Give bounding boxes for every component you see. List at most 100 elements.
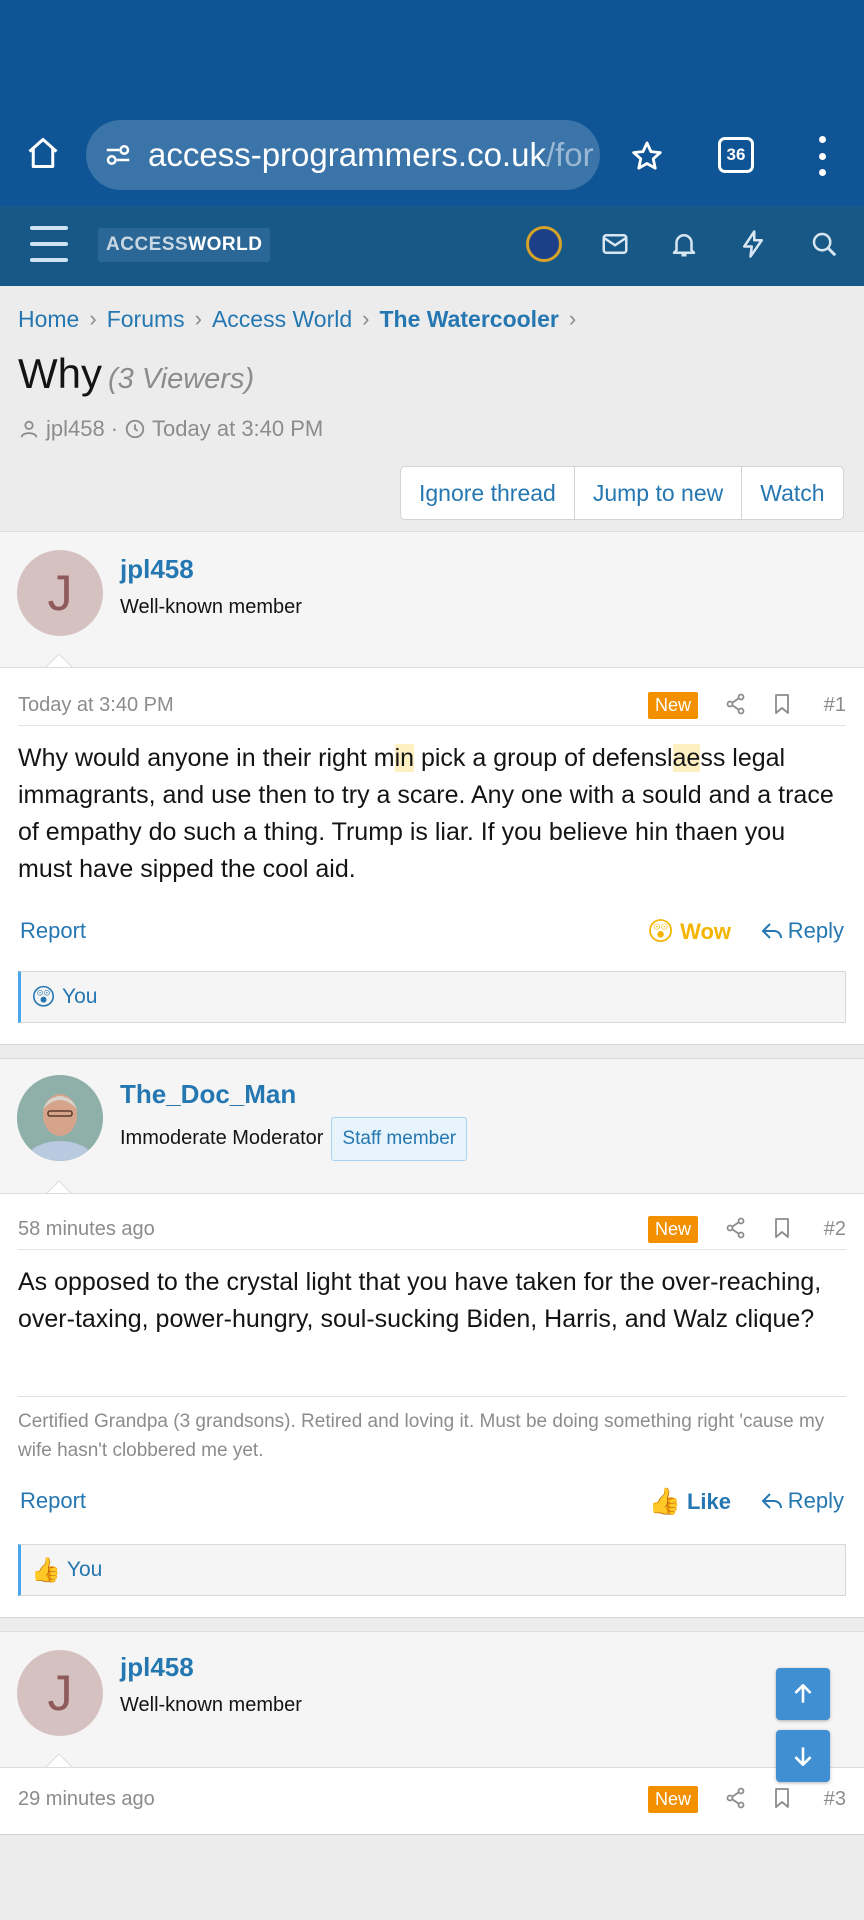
bookmark-icon[interactable] [770,1216,794,1246]
signature: Certified Grandpa (3 grandsons). Retired… [18,1396,846,1465]
reaction-label: Wow [680,918,731,944]
search-icon[interactable] [806,226,842,262]
star-icon[interactable] [624,133,670,179]
jump-to-new-button[interactable]: Jump to new [575,467,743,519]
thumbs-up-icon: 👍 [648,1486,681,1516]
thread-start-time[interactable]: Today at 3:40 PM [152,416,323,442]
post-time[interactable]: 29 minutes ago [18,1788,155,1811]
report-link[interactable]: Report [20,918,86,944]
watch-button[interactable]: Watch [742,467,842,519]
reacted-by: You [66,1558,103,1581]
new-badge: New [647,1216,698,1243]
post-number[interactable]: #2 [824,1218,846,1241]
wow-emoji-icon: 😲 [31,983,57,1011]
url-host: access-programmers.co.uk [148,136,546,173]
user-title: Well-known member [120,596,302,618]
thread-meta: jpl458 · Today at 3:40 PM [18,416,323,442]
post-2: 58 minutes ago New #2 As opposed to the … [0,1193,864,1617]
reply-label: Reply [787,918,844,943]
breadcrumb-forums[interactable]: Forums [107,306,185,333]
meta-dot: · [110,416,119,441]
reply-label: Reply [787,1488,844,1513]
post-1-user-header: J jpl458 Well-known member [0,531,864,669]
tab-switcher-icon[interactable]: 36 [718,137,754,173]
page-title: Why (3 Viewers) [18,350,254,398]
post-3-user-header: J jpl458 Well-known member [0,1631,864,1769]
arrow-down-icon[interactable] [776,1730,830,1782]
site-settings-icon[interactable] [98,135,138,175]
staff-badge[interactable]: Staff member [331,1117,468,1161]
viewers-count[interactable]: (3 Viewers) [108,363,254,395]
post-3: 29 minutes ago New #3 [0,1767,864,1834]
bookmark-icon[interactable] [770,692,794,722]
thread-actions: Ignore thread Jump to new Watch [400,466,844,520]
like-reaction-button[interactable]: 👍 Like [649,1486,731,1517]
url-path: /for [545,136,594,173]
thread-author[interactable]: jpl458 [46,416,105,442]
reaction-label: Like [686,1488,731,1514]
new-badge: New [647,692,698,719]
reactions-bar[interactable]: 😲 You [18,971,846,1023]
page-bottom [0,1834,864,1920]
new-badge: New [647,1786,698,1813]
reply-icon [761,923,782,939]
status-bar [0,0,864,100]
bookmark-icon[interactable] [770,1786,794,1816]
breadcrumb-home[interactable]: Home [18,306,79,333]
post-text-part: pick a group of defensl [414,744,673,772]
chevron-right-icon: › [362,306,370,331]
wow-emoji-icon: 😲 [646,916,675,946]
thread-title: Why [18,350,102,397]
trophy-badge-icon[interactable] [526,226,562,262]
address-bar[interactable]: access-programmers.co.uk/for [86,120,600,190]
post-text-part: ae [672,744,701,772]
user-title: Immoderate Moderator [120,1127,324,1149]
wow-reaction-button[interactable]: 😲 Wow [647,916,731,947]
post-meta: 58 minutes ago New #2 [18,1210,846,1250]
username[interactable]: jpl458 [120,1652,194,1683]
reactions-bar[interactable]: 👍 You [18,1544,846,1596]
tab-count: 36 [726,145,746,164]
breadcrumb-watercooler[interactable]: The Watercooler [379,306,558,333]
share-icon[interactable] [724,1786,748,1816]
user-title: Well-known member [120,1694,302,1716]
user-icon [20,420,38,438]
report-link[interactable]: Report [20,1488,86,1514]
reply-button[interactable]: Reply [760,1488,844,1514]
post-number[interactable]: #1 [824,694,846,717]
share-icon[interactable] [724,692,748,722]
bell-icon[interactable] [666,226,702,262]
username[interactable]: jpl458 [120,554,194,585]
avatar[interactable]: J [17,550,103,636]
home-icon[interactable] [20,130,66,176]
post-time[interactable]: Today at 3:40 PM [18,694,174,717]
chevron-right-icon: › [568,306,577,331]
breadcrumb-access-world[interactable]: Access World [212,306,352,333]
reacted-by: You [62,985,98,1008]
username[interactable]: The_Doc_Man [120,1079,296,1110]
avatar[interactable]: J [17,1650,103,1736]
mail-icon[interactable] [597,226,633,262]
reply-button[interactable]: Reply [760,918,844,944]
more-vert-icon[interactable] [808,136,836,176]
post-meta: 29 minutes ago New #3 [18,1780,846,1820]
post-text: As opposed to the crystal light that you… [18,1268,822,1333]
post-actions: Report 👍 Like Reply [18,1484,846,1520]
hamburger-icon[interactable] [30,226,68,262]
post-actions: Report 😲 Wow Reply [18,914,846,950]
post-text-part: in [394,744,415,772]
share-icon[interactable] [724,1216,748,1246]
post-meta: Today at 3:40 PM New #1 [18,686,846,726]
post-text-part: Why would anyone in their right m [18,744,395,772]
logo-part-world: WORLD [188,234,263,255]
avatar[interactable] [17,1075,103,1161]
clock-icon [125,419,145,439]
bolt-icon[interactable] [735,226,771,262]
thumbs-up-icon: 👍 [31,1556,61,1584]
ignore-thread-button[interactable]: Ignore thread [401,467,575,519]
arrow-up-icon[interactable] [776,1668,830,1720]
post-number[interactable]: #3 [824,1788,846,1811]
site-logo[interactable]: ACCESSWORLD [98,228,271,262]
post-2-user-header: The_Doc_Man Immoderate Moderator Staff me… [0,1058,864,1196]
post-time[interactable]: 58 minutes ago [18,1218,155,1241]
